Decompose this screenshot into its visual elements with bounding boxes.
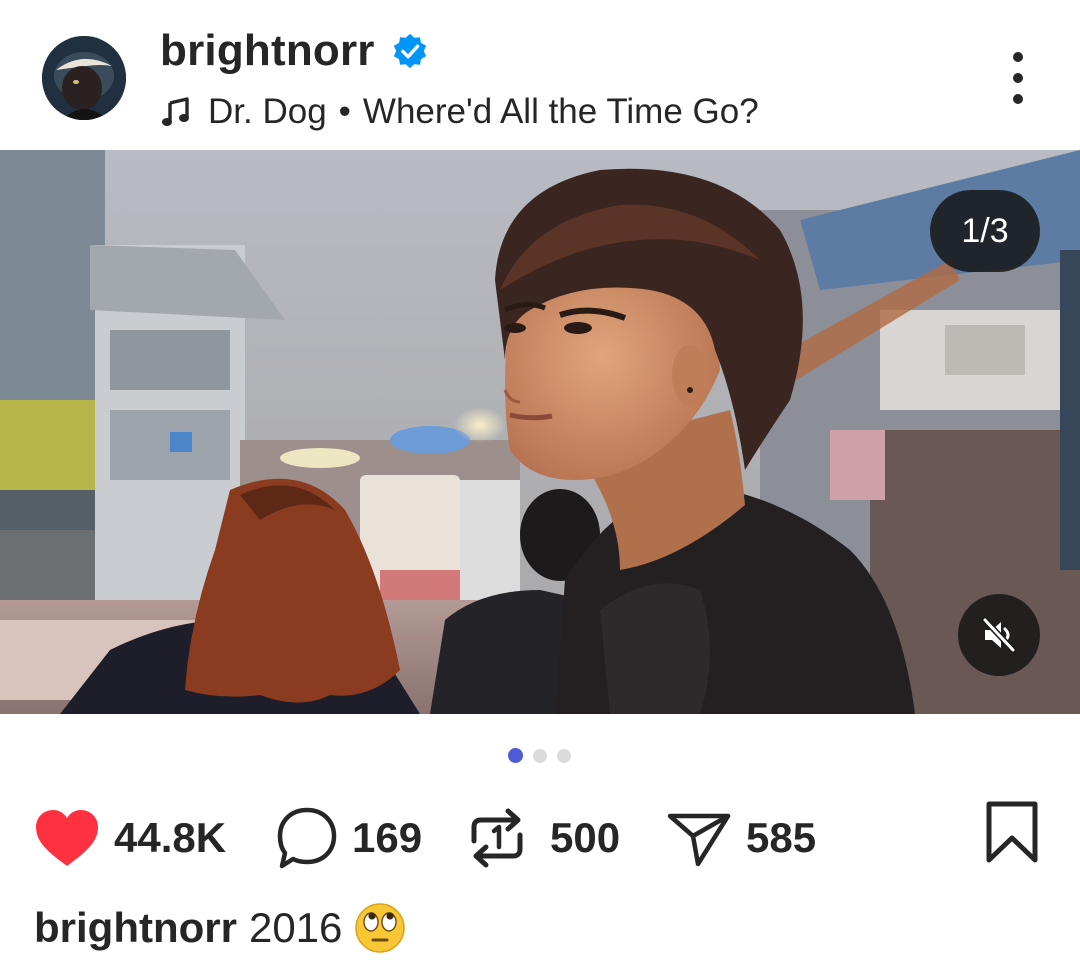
post-media[interactable]: 1/3 xyxy=(0,150,1080,714)
more-options-icon[interactable] xyxy=(1000,52,1036,104)
music-attribution[interactable]: Dr. Dog • Where'd All the Time Go? xyxy=(160,92,759,132)
music-note-icon xyxy=(162,97,189,126)
music-track: Where'd All the Time Go? xyxy=(362,92,759,131)
repost-icon xyxy=(471,808,523,868)
repost-button[interactable]: 500 xyxy=(468,796,620,880)
action-bar: 44.8K 169 500 585 xyxy=(0,796,1080,880)
face-with-rolling-eyes-emoji xyxy=(355,903,406,953)
share-button[interactable]: 585 xyxy=(666,796,816,880)
carousel-dot xyxy=(533,748,547,763)
carousel-dot-active xyxy=(508,748,523,763)
verified-badge-icon xyxy=(393,33,426,69)
share-icon xyxy=(667,813,731,867)
comment-button[interactable]: 169 xyxy=(276,796,422,880)
avatar-image xyxy=(42,36,126,120)
share-count: 585 xyxy=(746,814,817,861)
repost-count: 500 xyxy=(550,814,621,861)
heart-icon xyxy=(36,810,98,866)
bookmark-icon[interactable] xyxy=(984,800,1040,864)
comment-count: 169 xyxy=(352,814,423,861)
caption-text: 2016 xyxy=(248,904,343,951)
mute-button[interactable] xyxy=(958,594,1040,676)
post-header: brightnorr Dr. Dog • Where'd All the Tim… xyxy=(0,0,1080,150)
carousel-dot xyxy=(557,748,571,763)
avatar[interactable] xyxy=(42,36,126,120)
comment-icon xyxy=(277,807,337,869)
music-separator: • xyxy=(338,92,351,131)
post-photo xyxy=(0,150,1080,714)
page-counter: 1/3 xyxy=(930,190,1040,272)
like-button[interactable]: 44.8K xyxy=(34,796,226,880)
mute-icon xyxy=(982,617,1016,653)
caption-username[interactable]: brightnorr xyxy=(34,904,237,952)
username[interactable]: brightnorr xyxy=(160,26,375,76)
carousel-dots xyxy=(508,748,571,763)
post-caption: brightnorr 2016 xyxy=(34,902,406,954)
like-count: 44.8K xyxy=(114,814,227,861)
music-artist: Dr. Dog xyxy=(208,92,327,131)
username-row: brightnorr xyxy=(160,26,429,76)
